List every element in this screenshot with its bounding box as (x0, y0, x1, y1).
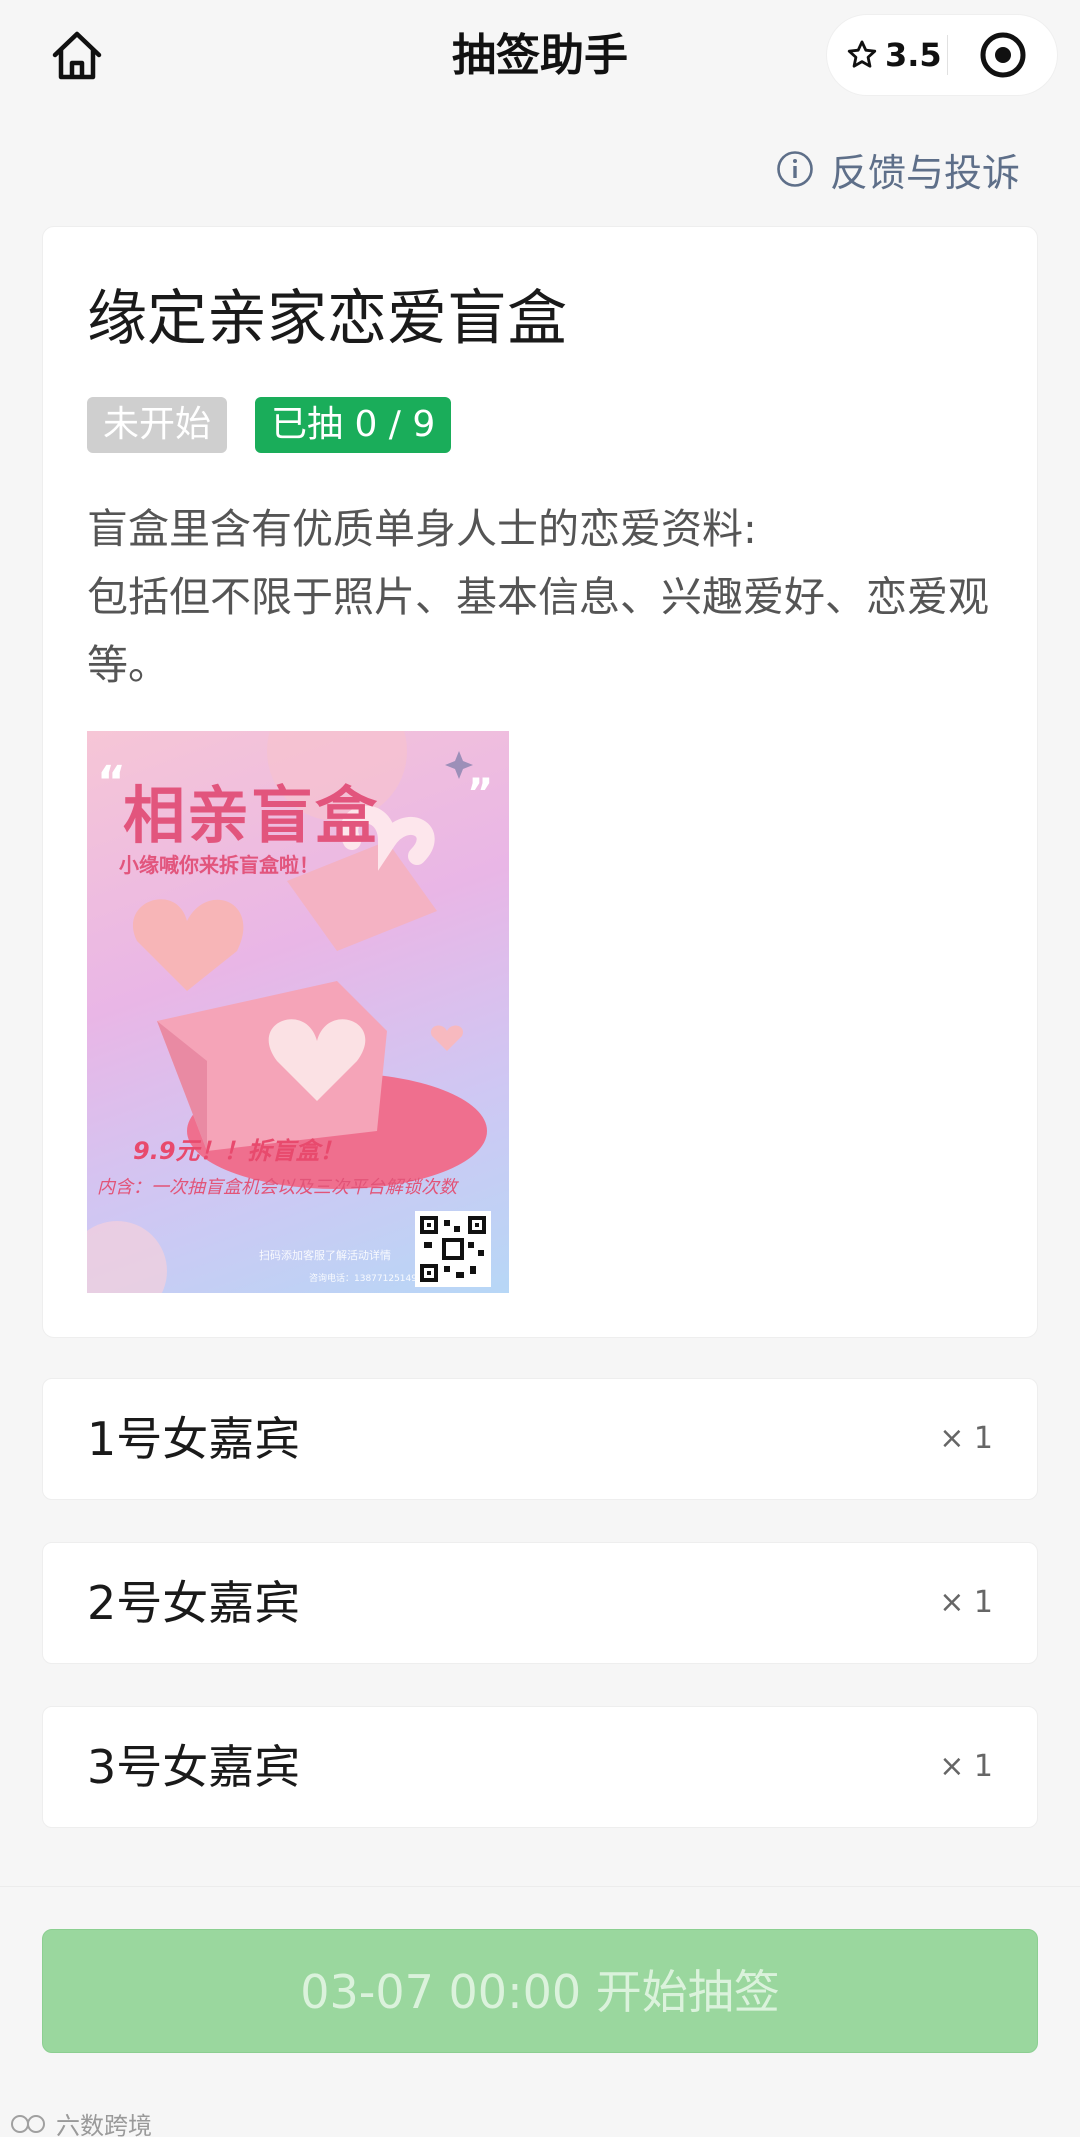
qr-code-icon (415, 1211, 491, 1287)
rating-value: 3.5 (885, 36, 942, 74)
item-count: × 1 (939, 1585, 993, 1620)
watermark: 六数跨境 (10, 2106, 152, 2137)
list-item[interactable]: 2号女嘉宾 × 1 (42, 1542, 1038, 1664)
feedback-label: 反馈与投诉 (829, 150, 1020, 195)
poster-contains: 内含：一次抽盲盒机会以及三次平台解锁次数 (97, 1177, 457, 1198)
info-icon (777, 151, 813, 187)
item-label: 3号女嘉宾 (87, 1740, 301, 1794)
start-draw-button[interactable]: 03-07 00:00 开始抽签 (42, 1929, 1038, 2053)
capsule-menu: 3.5 (826, 14, 1058, 96)
poster-scan-text: 扫码添加客服了解活动详情 (259, 1249, 391, 1262)
poster-title: 相亲盲盒 (123, 779, 380, 852)
list-item[interactable]: 1号女嘉宾 × 1 (42, 1378, 1038, 1500)
draw-count-badge: 已抽 0 / 9 (255, 397, 452, 453)
lottery-title: 缘定亲家恋爱盲盒 (87, 284, 567, 354)
item-count: × 1 (939, 1421, 993, 1456)
star-icon (847, 40, 877, 68)
close-miniprogram-button[interactable] (948, 30, 1057, 80)
watermark-text: 六数跨境 (56, 2112, 152, 2137)
feedback-link[interactable]: 反馈与投诉 (776, 144, 1020, 195)
list-item[interactable]: 3号女嘉宾 × 1 (42, 1706, 1038, 1828)
bottom-bar: 03-07 00:00 开始抽签 (0, 1886, 1080, 2137)
item-label: 1号女嘉宾 (87, 1412, 301, 1466)
item-count: × 1 (939, 1749, 993, 1784)
poster-price: 9.9元！！拆盲盒！ (133, 1137, 344, 1165)
lottery-description: 盲盒里含有优质单身人士的恋爱资料: 包括但不限于照片、基本信息、兴趣爱好、恋爱观… (87, 505, 989, 689)
lottery-card: 缘定亲家恋爱盲盒 未开始 已抽 0 / 9 盲盒里含有优质单身人士的恋爱资料: … (42, 226, 1038, 1338)
poster-quote-close: ” (467, 771, 494, 817)
poster-subtitle: 小缘喊你来拆盲盒啦！ (119, 853, 319, 877)
target-icon (980, 32, 1025, 78)
item-label: 2号女嘉宾 (87, 1576, 301, 1630)
poster-image[interactable]: “ 相亲盲盒 ” 小缘喊你来拆盲盒啦！ 9.9元！！拆盲盒！ 内含：一次抽盲盒机… (87, 731, 509, 1293)
watermark-logo-icon (11, 2114, 45, 2133)
poster-phone: 咨询电话：13877125149 (309, 1274, 417, 1284)
rating-button[interactable]: 3.5 (827, 36, 947, 74)
tags: 未开始 已抽 0 / 9 (87, 397, 479, 453)
poster-quote-open: “ (97, 757, 126, 808)
navigation-bar: 抽签助手 3.5 (0, 0, 1080, 112)
status-badge: 未开始 (87, 397, 228, 453)
